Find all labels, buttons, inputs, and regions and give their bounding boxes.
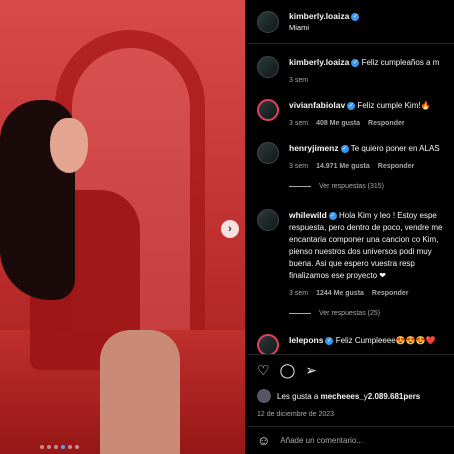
post-side-panel: kimberly.loaiza ✓ Miami kimberly.loaiza ✓ …	[247, 0, 454, 454]
reply-button[interactable]: Responder	[378, 161, 415, 173]
post-location[interactable]: Miami	[289, 23, 359, 32]
header-text: kimberly.loaiza ✓ Miami	[289, 11, 360, 32]
author-avatar[interactable]	[257, 10, 279, 33]
carousel-next-button[interactable]: ›	[221, 220, 239, 238]
view-replies-label: Ver respuestas (25)	[319, 310, 381, 317]
comment-text: Feliz Cumpleeee😍😍😍❤️	[335, 336, 436, 345]
likes-user[interactable]: mecheees_	[321, 392, 364, 401]
carousel-dot	[47, 445, 51, 449]
caption-username[interactable]: kimberly.loaiza	[289, 57, 349, 67]
comment-like-count[interactable]: 14.971 Me gusta	[316, 161, 370, 173]
photo-figure-leg	[100, 330, 180, 454]
view-replies-label: Ver respuestas (315)	[319, 183, 384, 190]
replies-divider	[289, 186, 311, 187]
emoji-icon[interactable]: ☺	[257, 433, 270, 448]
liker-avatar	[257, 389, 271, 403]
verified-icon: ✓	[340, 145, 349, 153]
verified-icon: ✓	[325, 337, 334, 345]
verified-icon: ✓	[347, 102, 356, 110]
likes-summary[interactable]: Les gusta a mecheees_ y 2.089.681 pers	[257, 389, 444, 403]
comment-username[interactable]: henryjimenz	[289, 143, 339, 153]
heart-icon[interactable]: ♡	[257, 362, 270, 379]
comment-time: 3 sem	[289, 163, 309, 170]
carousel-dot	[40, 445, 44, 449]
view-replies-button[interactable]: Ver respuestas (315)	[289, 183, 454, 190]
comment-item: whilewild ✓ Hola Kim y leo ! Estoy espe r…	[257, 209, 454, 317]
post-date: 12 de diciembre de 2023	[257, 411, 335, 418]
add-comment-bar: ☺	[247, 426, 454, 454]
photo-figure-face	[50, 118, 88, 173]
likes-count[interactable]: 2.089.681	[368, 392, 404, 401]
carousel-dot-active	[61, 445, 65, 449]
caption-item: kimberly.loaiza ✓ Feliz cumpleaños a m 3 …	[257, 56, 454, 87]
carousel-dot	[54, 445, 58, 449]
carousel-dot	[68, 445, 72, 449]
likes-suffix: pers	[403, 391, 421, 401]
verified-icon: ✓	[351, 13, 360, 21]
verified-icon: ✓	[328, 212, 337, 220]
verified-icon: ✓	[351, 59, 360, 67]
caption-time: 3 sem	[289, 77, 309, 84]
post-actions: ♡ ◯ ➢ Les gusta a mecheees_ y 2.089.681 …	[247, 354, 454, 424]
post-header: kimberly.loaiza ✓ Miami	[247, 0, 454, 44]
view-replies-button[interactable]: Ver respuestas (25)	[289, 310, 454, 317]
comment-username[interactable]: whilewild	[289, 210, 327, 220]
reply-button[interactable]: Responder	[372, 288, 409, 300]
chevron-right-icon: ›	[228, 223, 232, 235]
post-photo[interactable]: ›	[0, 0, 245, 454]
comment-time: 3 sem	[289, 120, 309, 127]
comment-username[interactable]: lelepons	[289, 335, 323, 345]
author-avatar[interactable]	[257, 56, 279, 78]
author-username[interactable]: kimberly.loaiza	[289, 11, 349, 21]
share-icon[interactable]: ➢	[305, 362, 317, 379]
comment-text: Te quiero poner en ALAS	[350, 144, 440, 153]
comment-time: 3 sem	[289, 290, 309, 297]
commenter-avatar[interactable]	[257, 142, 279, 164]
comment-username[interactable]: vivianfabiolav	[289, 100, 345, 110]
comment-input[interactable]	[280, 436, 441, 445]
caption-text: Feliz cumpleaños a m	[361, 58, 440, 67]
comment-like-count[interactable]: 408 Me gusta	[316, 118, 360, 130]
commenter-avatar[interactable]	[257, 334, 279, 354]
commenter-avatar[interactable]	[257, 99, 279, 121]
comment-like-count[interactable]: 1244 Me gusta	[316, 288, 364, 300]
action-icons: ♡ ◯ ➢	[257, 361, 444, 379]
comments-list[interactable]: kimberly.loaiza ✓ Feliz cumpleaños a m 3 …	[247, 44, 454, 354]
likes-prefix: Les gusta a	[277, 391, 319, 401]
comment-icon[interactable]: ◯	[280, 362, 296, 379]
replies-divider	[289, 313, 311, 314]
reply-button[interactable]: Responder	[368, 118, 405, 130]
carousel-dots	[40, 445, 79, 449]
comment-item: vivianfabiolav ✓ Feliz cumple Kim!🔥 3 sem…	[257, 99, 454, 130]
comment-text: Feliz cumple Kim!🔥	[357, 101, 431, 110]
comment-text: Hola Kim y leo ! Estoy espe respuesta, p…	[289, 211, 443, 280]
carousel-dot	[75, 445, 79, 449]
commenter-avatar[interactable]	[257, 209, 279, 231]
comment-item: lelepons ✓ Feliz Cumpleeee😍😍😍❤️	[257, 334, 454, 354]
comment-item: henryjimenz ✓ Te quiero poner en ALAS 3 s…	[257, 142, 454, 190]
